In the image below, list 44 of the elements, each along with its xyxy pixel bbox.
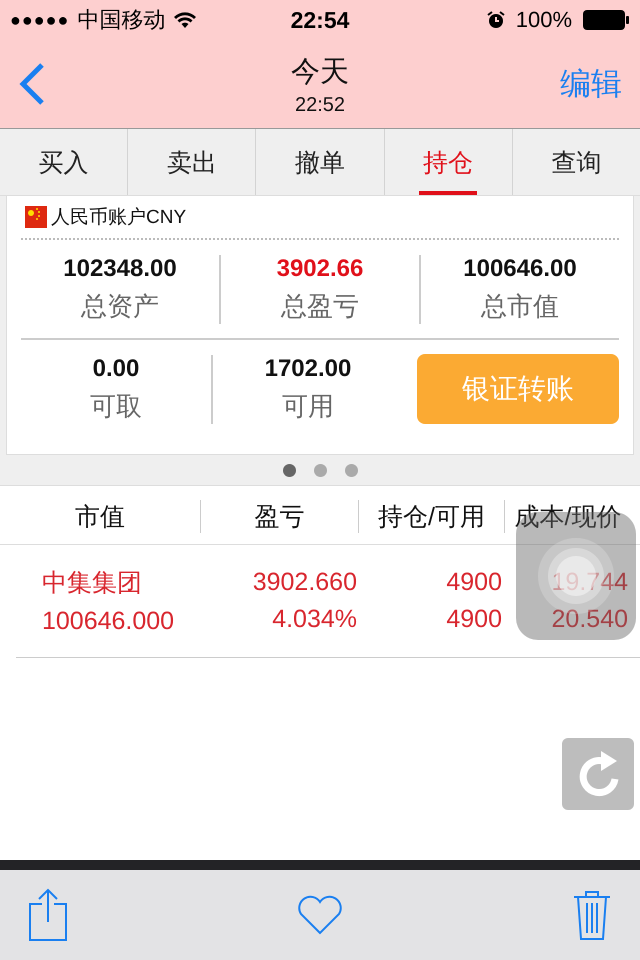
tab[interactable]: 卖出 xyxy=(162,129,221,195)
alarm-icon xyxy=(486,10,506,30)
stat-value: 100646.00 xyxy=(463,254,577,282)
back-button[interactable] xyxy=(18,62,46,106)
table-cell: 4900 xyxy=(446,605,502,634)
page-dot[interactable] xyxy=(314,464,326,476)
balance-label: 可取 xyxy=(90,390,142,422)
favorite-button[interactable] xyxy=(297,895,343,935)
table-cell: 4900 xyxy=(446,568,502,597)
column-header: 持仓/可用 xyxy=(378,502,485,532)
table-cell: 20.540 xyxy=(552,605,628,634)
refresh-button[interactable] xyxy=(562,738,634,810)
carrier-name: 中国移动 xyxy=(77,6,166,34)
stat-label: 总市值 xyxy=(481,290,559,322)
page-dot[interactable] xyxy=(344,464,358,476)
page-dot[interactable] xyxy=(282,464,296,476)
account-title: 人民币账户CNY xyxy=(51,206,186,230)
signal-strength: ●●●●● xyxy=(10,10,70,30)
nav-subtitle: 22:52 xyxy=(294,94,346,116)
share-button[interactable] xyxy=(28,888,68,942)
stat-value: 102348.00 xyxy=(63,254,177,282)
wifi-icon xyxy=(173,11,198,29)
nav-title: 今天 xyxy=(291,54,349,90)
table-cell: 4.034% xyxy=(272,605,357,634)
tab[interactable]: 撤单 xyxy=(291,129,349,195)
column-header: 盈亏 xyxy=(254,502,304,532)
table-cell: 100646.000 xyxy=(42,607,174,636)
balance-value: 1702.00 xyxy=(264,354,352,382)
stat-label: 总资产 xyxy=(81,290,159,322)
column-header: 成本/现价 xyxy=(514,502,622,532)
delete-button[interactable] xyxy=(572,889,612,941)
table-cell: 3902.660 xyxy=(252,568,357,597)
column-header: 市值 xyxy=(75,502,125,532)
stat-label: 总盈亏 xyxy=(281,290,359,322)
battery-percent: 100% xyxy=(516,7,572,33)
tab[interactable]: 买入 xyxy=(34,129,93,195)
battery-icon xyxy=(582,9,630,31)
status-time: 22:54 xyxy=(290,6,350,34)
balance-label: 可用 xyxy=(282,390,334,422)
flag-icon xyxy=(25,206,47,228)
tab[interactable]: 查询 xyxy=(547,129,606,195)
table-cell-text: 中集集团 xyxy=(42,568,142,599)
balance-value: 0.00 xyxy=(92,354,140,382)
stat-value: 3902.66 xyxy=(276,254,364,282)
